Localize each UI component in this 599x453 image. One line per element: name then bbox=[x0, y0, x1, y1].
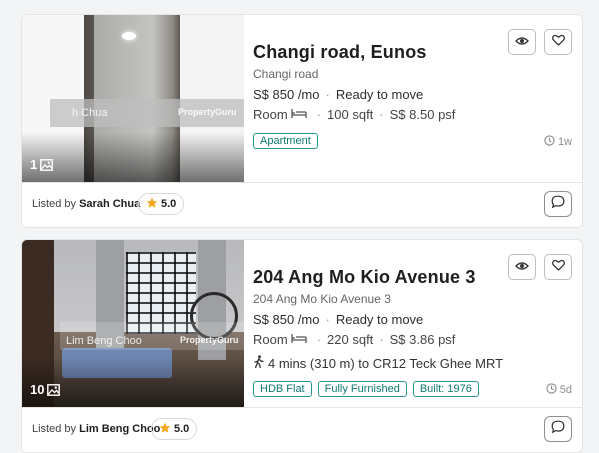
lister-info: Listed by Sarah Chua bbox=[32, 198, 140, 210]
chat-button[interactable] bbox=[544, 416, 572, 442]
photo-count-value: 1 bbox=[30, 157, 38, 172]
chat-button[interactable] bbox=[544, 191, 572, 217]
photo-watermark-brand: PropertyGuru bbox=[178, 107, 237, 117]
photo-detail bbox=[122, 32, 136, 40]
bed-icon bbox=[291, 107, 307, 122]
view-button[interactable] bbox=[508, 29, 536, 55]
listing-actions bbox=[508, 254, 572, 280]
star-icon bbox=[159, 422, 171, 437]
bed-icon bbox=[291, 332, 307, 347]
star-icon bbox=[146, 197, 158, 212]
photo-shade bbox=[22, 132, 244, 182]
listing-availability: Ready to move bbox=[335, 312, 424, 327]
favourite-button[interactable] bbox=[544, 29, 572, 55]
separator-dot: · bbox=[316, 332, 322, 347]
heart-icon bbox=[551, 33, 565, 51]
photo-watermark-brand: PropertyGuru bbox=[180, 335, 239, 345]
price-psf: S$ 3.86 psf bbox=[389, 332, 456, 347]
listing-price-line: S$ 850 /mo · Ready to move bbox=[253, 312, 423, 327]
lister-prefix: Listed by bbox=[32, 423, 77, 435]
listing-badges: HDB Flat Fully Furnished Built: 1976 bbox=[253, 381, 479, 397]
clock-icon bbox=[544, 135, 555, 149]
badge-furnishing: Fully Furnished bbox=[317, 381, 407, 397]
agent-rating: 5.0 bbox=[138, 193, 185, 215]
photo-count: 1 bbox=[30, 157, 54, 172]
room-type: Room bbox=[253, 332, 288, 347]
badge-property-type: Apartment bbox=[253, 133, 318, 149]
photo-watermark-agent: h Chua bbox=[72, 107, 108, 119]
agent-rating: 5.0 bbox=[151, 418, 198, 440]
photo-watermark-agent: Lim Beng Choo bbox=[66, 335, 142, 347]
lister-prefix: Listed by bbox=[32, 198, 77, 210]
listing-title[interactable]: 204 Ang Mo Kio Avenue 3 bbox=[253, 267, 476, 288]
listing-availability: Ready to move bbox=[335, 87, 424, 102]
room-type: Room bbox=[253, 107, 288, 122]
badge-property-type: HDB Flat bbox=[253, 381, 312, 397]
image-icon bbox=[47, 383, 61, 396]
listing-card[interactable]: h Chua PropertyGuru 1 Changi road, Eunos… bbox=[21, 14, 583, 228]
separator-dot: · bbox=[325, 87, 330, 102]
badge-built-year: Built: 1976 bbox=[412, 381, 479, 397]
view-button[interactable] bbox=[508, 254, 536, 280]
chat-bubble-icon bbox=[551, 420, 565, 439]
listing-photo[interactable]: h Chua PropertyGuru 1 bbox=[22, 15, 244, 182]
listing-footer: Listed by Sarah Chua 5.0 bbox=[22, 182, 582, 227]
listing-address: 204 Ang Mo Kio Avenue 3 bbox=[253, 292, 391, 306]
listing-price: S$ 850 /mo bbox=[253, 312, 320, 327]
separator-dot: · bbox=[316, 107, 322, 122]
lister-name[interactable]: Sarah Chua bbox=[79, 198, 140, 210]
listing-card[interactable]: Lim Beng Choo PropertyGuru 10 204 Ang Mo… bbox=[21, 239, 583, 453]
price-psf: S$ 8.50 psf bbox=[389, 107, 456, 122]
listing-price-line: S$ 850 /mo · Ready to move bbox=[253, 87, 423, 102]
listing-title[interactable]: Changi road, Eunos bbox=[253, 42, 427, 63]
agent-rating-value: 5.0 bbox=[174, 423, 190, 435]
separator-dot: · bbox=[325, 312, 330, 327]
listing-footer: Listed by Lim Beng Choo 5.0 bbox=[22, 407, 582, 452]
listing-photo[interactable]: Lim Beng Choo PropertyGuru 10 bbox=[22, 240, 244, 407]
posted-time-value: 5d bbox=[559, 384, 572, 396]
listing-actions bbox=[508, 29, 572, 55]
mrt-distance: 4 mins (310 m) to CR12 Teck Ghee MRT bbox=[253, 355, 503, 371]
image-icon bbox=[40, 158, 54, 171]
listing-address: Changi road bbox=[253, 67, 319, 81]
agent-rating-value: 5.0 bbox=[161, 198, 177, 210]
floor-size: 220 sqft bbox=[327, 332, 374, 347]
listing-price: S$ 850 /mo bbox=[253, 87, 320, 102]
listing-badges: Apartment bbox=[253, 133, 318, 149]
lister-name[interactable]: Lim Beng Choo bbox=[79, 423, 160, 435]
posted-time: 5d bbox=[546, 383, 572, 397]
heart-icon bbox=[551, 258, 565, 276]
eye-icon bbox=[515, 258, 529, 276]
favourite-button[interactable] bbox=[544, 254, 572, 280]
separator-dot: · bbox=[379, 332, 384, 347]
separator-dot: · bbox=[379, 107, 384, 122]
posted-time: 1w bbox=[544, 135, 572, 149]
photo-count: 10 bbox=[30, 382, 61, 397]
mrt-distance-text: 4 mins (310 m) to CR12 Teck Ghee MRT bbox=[268, 355, 504, 371]
photo-count-value: 10 bbox=[30, 382, 45, 397]
floor-size: 100 sqft bbox=[327, 107, 374, 122]
posted-time-value: 1w bbox=[557, 136, 572, 148]
listing-meta: Room · 100 sqft · S$ 8.50 psf bbox=[253, 107, 455, 122]
lister-info: Listed by Lim Beng Choo bbox=[32, 423, 160, 435]
chat-bubble-icon bbox=[551, 195, 565, 214]
clock-icon bbox=[546, 383, 557, 397]
walking-person-icon bbox=[253, 355, 264, 371]
eye-icon bbox=[515, 33, 529, 51]
listing-meta: Room · 220 sqft · S$ 3.86 psf bbox=[253, 332, 455, 347]
